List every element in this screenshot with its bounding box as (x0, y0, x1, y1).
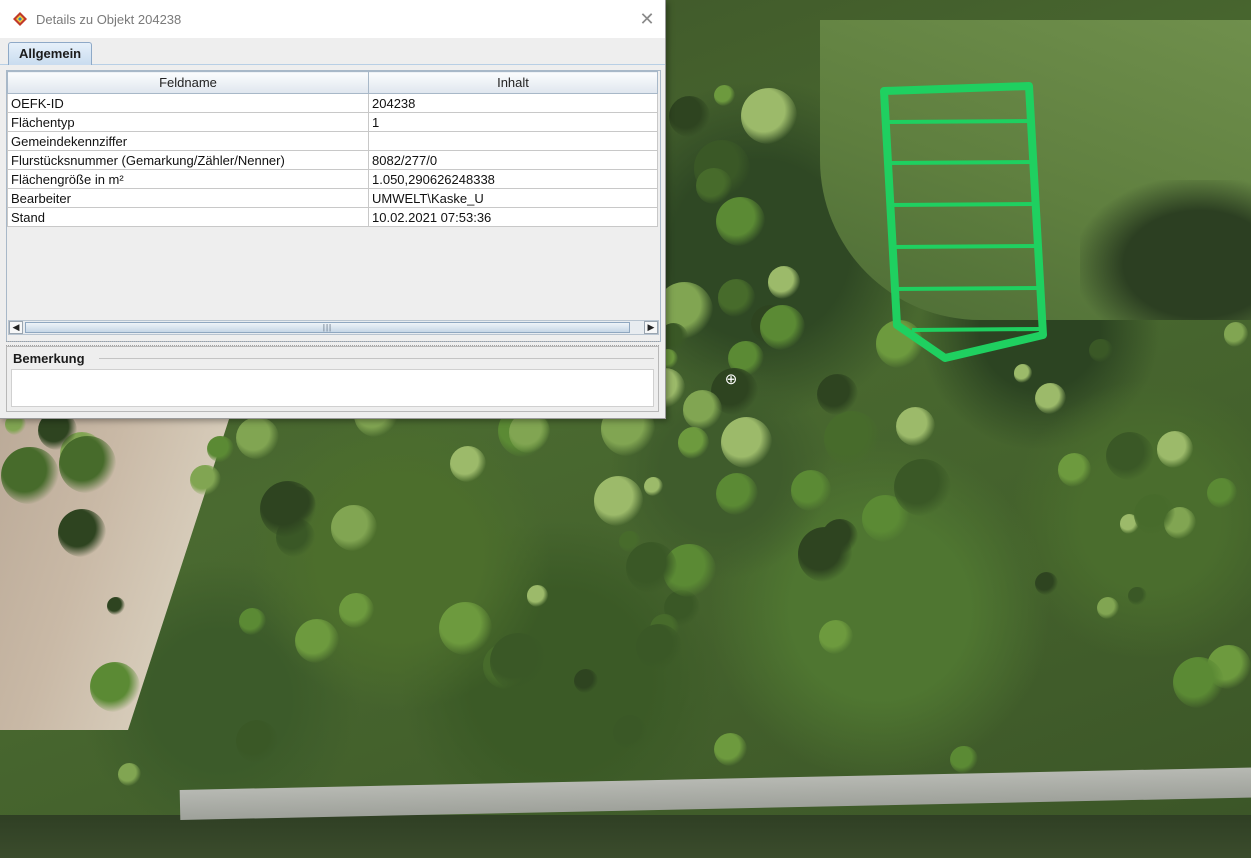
field-name-cell[interactable]: Flächengröße in m² (7, 169, 369, 189)
table-row[interactable]: Flurstücksnummer (Gemarkung/Zähler/Nenne… (7, 150, 658, 170)
table-header-row: Feldname Inhalt (7, 71, 658, 94)
field-value-cell[interactable]: 204238 (368, 93, 658, 113)
remarks-label: Bemerkung (13, 351, 88, 366)
field-value-cell[interactable]: 8082/277/0 (368, 150, 658, 170)
field-name-cell[interactable]: Flurstücksnummer (Gemarkung/Zähler/Nenne… (7, 150, 369, 170)
title-bar[interactable]: Details zu Objekt 204238 ✕ (0, 0, 665, 38)
polygon-hatch-line (889, 202, 1036, 207)
field-value-cell[interactable] (368, 131, 658, 151)
field-value-cell[interactable]: 1 (368, 112, 658, 132)
remarks-group: Bemerkung (6, 346, 659, 412)
object-details-dialog: Details zu Objekt 204238 ✕ Allgemein Fel… (0, 0, 666, 419)
column-header-feldname[interactable]: Feldname (7, 71, 369, 94)
field-name-cell[interactable]: Gemeindekennziffer (7, 131, 369, 151)
tab-strip: Allgemein (0, 38, 665, 65)
scrollbar-thumb[interactable]: ||| (25, 322, 630, 333)
field-value-cell[interactable]: 1.050,290626248338 (368, 169, 658, 189)
polygon-hatch-line (886, 119, 1032, 124)
field-value-cell[interactable]: UMWELT\Kaske_U (368, 188, 658, 208)
horizontal-scrollbar[interactable]: ◀ ||| ▶ (8, 320, 659, 335)
polygon-outline (880, 82, 1047, 362)
crosshair-target-icon: ⊕ (724, 371, 738, 388)
table-row[interactable]: OEFK-ID 204238 (7, 93, 658, 113)
selected-area-polygon (880, 82, 1047, 362)
properties-panel: Feldname Inhalt OEFK-ID 204238 Flächenty… (6, 70, 661, 342)
remarks-textarea[interactable] (11, 369, 654, 407)
properties-table: Feldname Inhalt OEFK-ID 204238 Flächenty… (7, 71, 658, 227)
tab-allgemein[interactable]: Allgemein (8, 42, 93, 65)
field-name-cell[interactable]: Flächentyp (7, 112, 369, 132)
window-title: Details zu Objekt 204238 (36, 11, 182, 27)
polygon-hatch-line (888, 160, 1034, 165)
chevron-left-icon: ◀ (12, 322, 20, 332)
polygon-hatch-line (911, 327, 1041, 332)
chevron-right-icon: ▶ (647, 322, 655, 332)
table-row[interactable]: Flächengröße in m² 1.050,290626248338 (7, 169, 658, 189)
column-header-inhalt[interactable]: Inhalt (368, 71, 658, 94)
app-diamond-icon (13, 12, 27, 26)
polygon-hatch-line (893, 286, 1040, 291)
table-row[interactable]: Bearbeiter UMWELT\Kaske_U (7, 188, 658, 208)
field-value-cell[interactable]: 10.02.2021 07:53:36 (368, 207, 658, 227)
close-button[interactable]: ✕ (635, 8, 659, 30)
table-row[interactable]: Gemeindekennziffer (7, 131, 658, 151)
group-border-line (99, 358, 654, 359)
table-row[interactable]: Stand 10.02.2021 07:53:36 (7, 207, 658, 227)
scroll-right-button[interactable]: ▶ (644, 321, 658, 334)
close-icon: ✕ (639, 9, 655, 29)
field-name-cell[interactable]: OEFK-ID (7, 93, 369, 113)
scroll-left-button[interactable]: ◀ (9, 321, 23, 334)
field-name-cell[interactable]: Stand (7, 207, 369, 227)
table-row[interactable]: Flächentyp 1 (7, 112, 658, 132)
field-name-cell[interactable]: Bearbeiter (7, 188, 369, 208)
polygon-hatch-line (891, 244, 1038, 249)
grip-icon: ||| (322, 323, 333, 332)
